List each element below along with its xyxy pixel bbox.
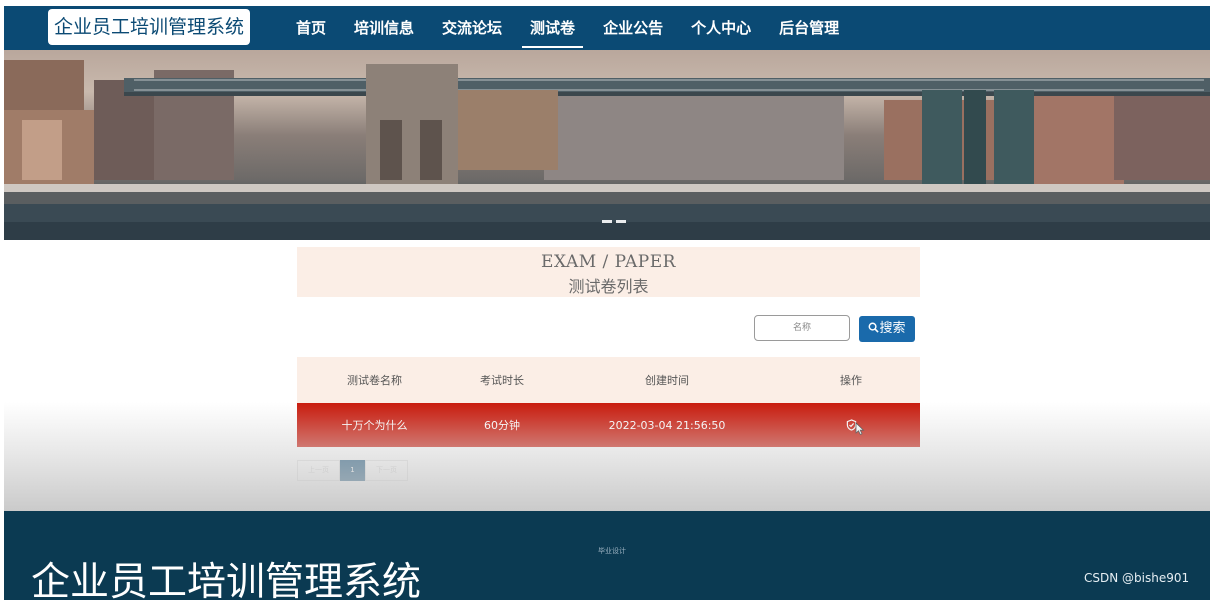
next-page-button[interactable]: 下一页 <box>365 460 408 481</box>
nav-item-home[interactable]: 首页 <box>284 6 338 50</box>
nav-item-exam[interactable]: 测试卷 <box>518 6 587 50</box>
search-button[interactable]: 搜索 <box>859 316 915 342</box>
csdn-watermark: CSDN @bishe901 <box>1084 571 1190 585</box>
bridge-illustration <box>4 60 1210 240</box>
table-row[interactable]: 十万个为什么 60分钟 2022-03-04 21:56:50 <box>297 403 920 447</box>
carousel-dot[interactable] <box>616 220 626 223</box>
top-nav: 企业员工培训管理系统 首页 培训信息 交流论坛 测试卷 企业公告 个人中心 后台… <box>4 6 1210 50</box>
nav-item-training[interactable]: 培训信息 <box>342 6 426 50</box>
cell-created-time: 2022-03-04 21:56:50 <box>608 418 726 432</box>
main-menu: 首页 培训信息 交流论坛 测试卷 企业公告 个人中心 后台管理 <box>284 6 855 50</box>
search-button-label: 搜索 <box>879 321 906 336</box>
footer-title: 企业员工培训管理系统 <box>31 560 422 600</box>
cell-exam-name: 十万个为什么 <box>341 419 408 432</box>
mouse-pointer-icon <box>855 422 865 436</box>
footer-note: 毕业设计 <box>598 547 626 555</box>
exam-table: 测试卷名称 考试时长 创建时间 操作 十万个为什么 60分钟 2022-03-0… <box>297 357 920 447</box>
cell-actions <box>782 403 920 447</box>
nav-item-forum[interactable]: 交流论坛 <box>430 6 514 50</box>
hero-banner <box>4 50 1210 240</box>
carousel-indicators[interactable] <box>602 220 626 223</box>
pagination: 上一页 1 下一页 <box>297 460 408 481</box>
search-icon <box>869 322 880 333</box>
section-title-english: EXAM / PAPER <box>541 252 676 272</box>
col-header-created: 创建时间 <box>645 374 689 387</box>
prev-page-button[interactable]: 上一页 <box>297 460 340 481</box>
carousel-dot[interactable] <box>602 220 612 223</box>
nav-item-profile[interactable]: 个人中心 <box>679 6 763 50</box>
cell-duration: 60分钟 <box>484 419 520 432</box>
page-number-current[interactable]: 1 <box>340 460 365 481</box>
footer: 毕业设计 企业员工培训管理系统 <box>4 511 1210 600</box>
browser-viewport: 企业员工培训管理系统 首页 培训信息 交流论坛 测试卷 企业公告 个人中心 后台… <box>4 6 1210 600</box>
table-header: 测试卷名称 考试时长 创建时间 操作 <box>297 357 920 403</box>
col-header-name: 测试卷名称 <box>347 374 402 387</box>
col-header-duration: 考试时长 <box>480 374 524 387</box>
col-header-actions: 操作 <box>840 374 862 387</box>
section-title: EXAM / PAPER 测试卷列表 <box>297 247 920 297</box>
nav-item-admin[interactable]: 后台管理 <box>767 6 851 50</box>
name-search-input[interactable] <box>754 315 850 341</box>
section-title-chinese: 测试卷列表 <box>568 277 649 296</box>
site-logo[interactable]: 企业员工培训管理系统 <box>48 9 250 45</box>
nav-item-notice[interactable]: 企业公告 <box>591 6 675 50</box>
